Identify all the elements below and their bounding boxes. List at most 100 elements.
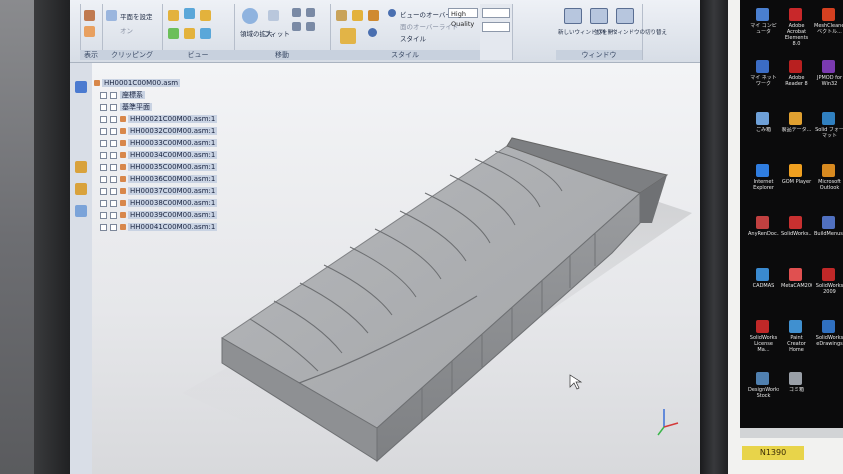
visibility-checkbox[interactable]	[100, 115, 107, 123]
visibility-checkbox[interactable]	[100, 127, 107, 135]
plane-label[interactable]: 平面を設定	[120, 11, 153, 21]
tree-item[interactable]: HH00038C00M00.asm:1	[100, 198, 218, 209]
tree-item[interactable]: HH00039C00M00.asm:1	[100, 210, 218, 221]
desktop-app-icon[interactable]	[822, 320, 835, 333]
desktop-app-icon[interactable]	[756, 164, 769, 177]
visibility-checkbox[interactable]	[110, 175, 117, 183]
fit-icon[interactable]	[268, 10, 279, 21]
new-window-label[interactable]: 新しいウィンドウを開く	[558, 28, 619, 36]
visibility-checkbox[interactable]	[110, 91, 117, 99]
visibility-checkbox[interactable]	[100, 103, 107, 111]
tree-item[interactable]: HH00033C00M00.asm:1	[100, 138, 218, 149]
visibility-checkbox[interactable]	[100, 91, 107, 99]
visibility-checkbox[interactable]	[110, 151, 117, 159]
switch-window-icon[interactable]	[616, 8, 634, 24]
rotate-icon[interactable]	[306, 8, 315, 17]
desktop-app-icon[interactable]	[789, 320, 802, 333]
assembly-tree-icon[interactable]	[75, 81, 87, 93]
visibility-checkbox[interactable]	[110, 187, 117, 195]
face-override-label[interactable]: 面のオーバーライド	[400, 21, 458, 31]
tree-item[interactable]: HH00036C00M00.asm:1	[100, 174, 218, 185]
desktop-app-icon[interactable]	[789, 8, 802, 21]
desktop-app-icon[interactable]	[822, 268, 835, 281]
visibility-checkbox[interactable]	[110, 199, 117, 207]
pan-icon[interactable]	[292, 8, 301, 17]
shaded-icon[interactable]	[336, 10, 347, 21]
shaded-edges-icon[interactable]	[352, 10, 363, 21]
desktop-app-icon[interactable]	[822, 112, 835, 125]
zoom-icon[interactable]	[292, 22, 301, 31]
desktop-app-icon[interactable]	[789, 372, 802, 385]
zoom-area-icon[interactable]	[242, 8, 258, 24]
view-iso-icon[interactable]	[168, 10, 179, 21]
desktop-app-icon[interactable]	[789, 216, 802, 229]
view-back-icon[interactable]	[200, 28, 211, 39]
visibility-checkbox[interactable]	[100, 139, 107, 147]
visibility-checkbox[interactable]	[100, 175, 107, 183]
fit-label[interactable]: フィット	[264, 28, 290, 38]
tree-item[interactable]: HH00034C00M00.asm:1	[100, 150, 218, 161]
desktop-app-icon[interactable]	[756, 372, 769, 385]
visibility-checkbox[interactable]	[110, 211, 117, 219]
visibility-checkbox[interactable]	[110, 139, 117, 147]
tool-icon-3[interactable]	[75, 205, 87, 217]
plane-icon[interactable]	[106, 10, 117, 21]
tree-item[interactable]: HH00041C00M00.asm:1	[100, 222, 218, 233]
desktop-app-icon[interactable]	[756, 60, 769, 73]
display-icon-2[interactable]	[84, 26, 95, 37]
tree-item[interactable]: HH00032C00M00.asm:1	[100, 126, 218, 137]
desktop-app-icon[interactable]	[756, 320, 769, 333]
desktop-app-icon[interactable]	[789, 268, 802, 281]
tree-item[interactable]: 座標系	[100, 90, 145, 101]
tree-item[interactable]: HH00037C00M00.asm:1	[100, 186, 218, 197]
visibility-checkbox[interactable]	[100, 223, 107, 231]
clip-on-label[interactable]: オン	[120, 25, 133, 35]
quality-dropdown-body[interactable]	[482, 8, 510, 18]
style-label[interactable]: スタイル	[400, 33, 426, 43]
desktop-app-icon[interactable]	[756, 112, 769, 125]
wireframe-icon[interactable]	[368, 10, 379, 21]
visibility-checkbox[interactable]	[110, 223, 117, 231]
view-front-icon[interactable]	[184, 8, 195, 19]
desktop-app-icon[interactable]	[756, 268, 769, 281]
tree-root[interactable]: HH0001C00M00.asm	[94, 78, 181, 89]
tree-item[interactable]: 基準平面	[100, 102, 152, 113]
desktop-app-icon[interactable]	[789, 164, 802, 177]
visibility-checkbox[interactable]	[110, 103, 117, 111]
visibility-checkbox[interactable]	[100, 211, 107, 219]
visibility-checkbox[interactable]	[110, 127, 117, 135]
tree-item[interactable]: HH00035C00M00.asm:1	[100, 162, 218, 173]
color-icon[interactable]	[368, 28, 377, 37]
visibility-checkbox[interactable]	[110, 115, 117, 123]
desktop-app-icon[interactable]	[789, 60, 802, 73]
visibility-checkbox[interactable]	[100, 199, 107, 207]
desktop-app-icon[interactable]	[756, 216, 769, 229]
new-window-icon[interactable]	[564, 8, 582, 24]
switch-window-label[interactable]: ウィンドウの切り替え	[612, 28, 667, 36]
visibility-checkbox[interactable]	[110, 163, 117, 171]
desktop-app-icon[interactable]	[756, 8, 769, 21]
style-cube-icon[interactable]	[340, 28, 356, 44]
tool-icon[interactable]	[75, 161, 87, 173]
visibility-checkbox[interactable]	[100, 187, 107, 195]
desktop-app-icon[interactable]	[822, 60, 835, 73]
arrange-label[interactable]: 並列	[594, 28, 605, 36]
quality-select[interactable]: High Quality	[448, 8, 478, 28]
taskbar[interactable]	[740, 428, 843, 438]
display-icon[interactable]	[84, 10, 95, 21]
view-right-icon[interactable]	[168, 28, 179, 39]
override-icon[interactable]	[388, 9, 396, 17]
view-top-icon[interactable]	[200, 10, 211, 21]
desktop-app-icon[interactable]	[822, 164, 835, 177]
visibility-checkbox[interactable]	[100, 151, 107, 159]
style-dropdown-body[interactable]	[482, 22, 510, 32]
view-left-icon[interactable]	[184, 28, 195, 39]
arrange-icon[interactable]	[590, 8, 608, 24]
desktop-app-icon[interactable]	[822, 8, 835, 21]
desktop-app-icon[interactable]	[822, 216, 835, 229]
spin-icon[interactable]	[306, 22, 315, 31]
visibility-checkbox[interactable]	[100, 163, 107, 171]
desktop-app-icon[interactable]	[789, 112, 802, 125]
tree-item[interactable]: HH00021C00M00.asm:1	[100, 114, 218, 125]
tool-icon-2[interactable]	[75, 183, 87, 195]
